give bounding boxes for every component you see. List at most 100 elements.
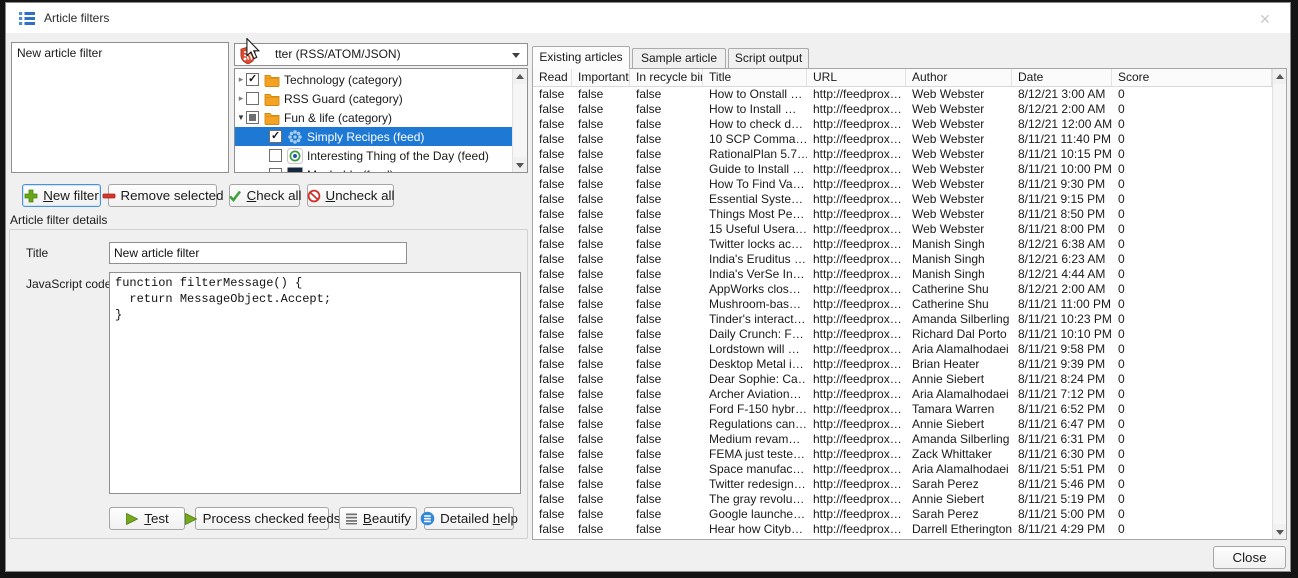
- table-row[interactable]: falsefalsefalseIndia's Eruditus …http://…: [533, 252, 1272, 267]
- column-header-read[interactable]: Read: [533, 69, 572, 86]
- table-row[interactable]: falsefalsefalseTinder's interact…http://…: [533, 312, 1272, 327]
- table-row[interactable]: falsefalsefalseLordstown will …http://fe…: [533, 342, 1272, 357]
- tree-item[interactable]: ▸RSS Guard (category): [235, 89, 512, 108]
- tree-item[interactable]: ▼Fun & life (category): [235, 108, 512, 127]
- table-row[interactable]: falsefalsefalseGoogle launche…http://fee…: [533, 507, 1272, 522]
- tree-item[interactable]: ✓Simply Recipes (feed): [235, 127, 512, 146]
- uncheck-all-button[interactable]: Uncheck all: [307, 184, 394, 207]
- table-row[interactable]: falsefalsefalseThe gray revolu…http://fe…: [533, 492, 1272, 507]
- column-header-score[interactable]: Score: [1112, 69, 1272, 86]
- checkbox[interactable]: [269, 168, 282, 173]
- table-row[interactable]: falsefalsefalse10 SCP Comma…http://feedp…: [533, 132, 1272, 147]
- play-icon: [125, 512, 139, 526]
- tab-existing-articles[interactable]: Existing articles: [532, 46, 630, 69]
- table-row[interactable]: falsefalsefalseDaily Crunch: F…http://fe…: [533, 327, 1272, 342]
- filters-list[interactable]: New article filter: [11, 42, 229, 173]
- checkbox[interactable]: [246, 92, 259, 105]
- table-row[interactable]: falsefalsefalseIndia's VerSe In…http://f…: [533, 267, 1272, 282]
- table-row[interactable]: falsefalsefalseTwitter redesign…http://f…: [533, 477, 1272, 492]
- table-cell: 8/11/21 8:50 PM: [1012, 207, 1112, 222]
- table-cell: false: [533, 417, 572, 432]
- table-row[interactable]: falsefalsefalseFord F-150 hybr…http://fe…: [533, 402, 1272, 417]
- title-input[interactable]: [109, 242, 407, 264]
- table-cell: false: [630, 282, 703, 297]
- close-icon[interactable]: ✕: [1256, 10, 1274, 28]
- table-row[interactable]: falsefalsefalseTwitter locks ac…http://f…: [533, 237, 1272, 252]
- column-header-important[interactable]: Important: [572, 69, 630, 86]
- table-row[interactable]: falsefalsefalseEssential Syste…http://fe…: [533, 192, 1272, 207]
- table-cell: false: [533, 492, 572, 507]
- check-icon: [228, 189, 242, 203]
- tab-sample-article[interactable]: Sample article: [632, 48, 726, 68]
- list-item[interactable]: New article filter: [12, 45, 228, 62]
- table-row[interactable]: falsefalsefalseMushroom-bas…http://feedp…: [533, 297, 1272, 312]
- table-row[interactable]: falsefalsefalseMedium revam…http://feedp…: [533, 432, 1272, 447]
- column-header-url[interactable]: URL: [807, 69, 906, 86]
- table-row[interactable]: falsefalsefalseHear how Cityb…http://fee…: [533, 522, 1272, 537]
- tree-item[interactable]: ▸✓Technology (category): [235, 70, 512, 89]
- table-cell: false: [572, 312, 630, 327]
- expander-icon[interactable]: ▸: [236, 93, 246, 104]
- table-row[interactable]: falsefalsefalseThings Most Pe…http://fee…: [533, 207, 1272, 222]
- tree-item-label: Mashable (feed): [307, 168, 394, 174]
- table-cell: 0: [1112, 252, 1272, 267]
- table-cell: 8/11/21 9:30 PM: [1012, 177, 1112, 192]
- test-button[interactable]: Test: [109, 507, 185, 530]
- table-row[interactable]: falsefalsefalseArcher Aviation…http://fe…: [533, 387, 1272, 402]
- table-row[interactable]: falsefalsefalseHow To Find Va…http://fee…: [533, 177, 1272, 192]
- column-header-date[interactable]: Date: [1012, 69, 1112, 86]
- tree-item[interactable]: Interesting Thing of the Day (feed): [235, 146, 512, 165]
- table-row[interactable]: falsefalsefalseDesktop Metal i…http://fe…: [533, 357, 1272, 372]
- tab-script-output[interactable]: Script output: [728, 48, 809, 68]
- table-row[interactable]: falsefalsefalseGuide to Install …http://…: [533, 162, 1272, 177]
- table-cell: false: [630, 117, 703, 132]
- scroll-up-icon[interactable]: [1273, 69, 1286, 84]
- table-cell: false: [572, 417, 630, 432]
- table-row[interactable]: falsefalsefalseHow to Onstall …http://fe…: [533, 87, 1272, 102]
- process-checked-feeds-button[interactable]: Process checked feeds: [195, 507, 329, 530]
- table-cell: Twitter locks ac…: [703, 237, 807, 252]
- close-button[interactable]: Close: [1213, 546, 1286, 569]
- column-header-author[interactable]: Author: [906, 69, 1012, 86]
- table-row[interactable]: falsefalsefalseAppWorks clos…http://feed…: [533, 282, 1272, 297]
- javascript-code-editor[interactable]: function filterMessage() { return Messag…: [109, 272, 521, 494]
- remove-selected-button[interactable]: Remove selected: [108, 184, 217, 207]
- table-row[interactable]: falsefalsefalseRationalPlan 5.7…http://f…: [533, 147, 1272, 162]
- column-header-in-recycle-bin[interactable]: In recycle bin: [630, 69, 703, 86]
- table-row[interactable]: falsefalsefalseSpace manufac…http://feed…: [533, 462, 1272, 477]
- table-row[interactable]: falsefalsefalseFEMA just teste…http://fe…: [533, 447, 1272, 462]
- tree-scrollbar[interactable]: [512, 69, 527, 172]
- detailed-help-button[interactable]: Detailed help: [424, 507, 514, 530]
- table-cell: 0: [1112, 222, 1272, 237]
- table-row[interactable]: falsefalsefalse15 Useful Usera…http://fe…: [533, 222, 1272, 237]
- scroll-down-icon[interactable]: [1273, 524, 1286, 539]
- table-scrollbar[interactable]: [1272, 69, 1286, 539]
- table-row[interactable]: falsefalsefalseHow to Install …http://fe…: [533, 102, 1272, 117]
- checkbox[interactable]: [269, 149, 282, 162]
- checkbox[interactable]: ✓: [269, 130, 282, 143]
- lines-icon: [345, 512, 358, 525]
- expander-icon[interactable]: ▼: [236, 113, 246, 122]
- table-row[interactable]: falsefalsefalseDear Sophie: Ca…http://fe…: [533, 372, 1272, 387]
- scroll-down-icon[interactable]: [513, 157, 527, 172]
- scroll-up-icon[interactable]: [513, 69, 527, 84]
- account-dropdown[interactable]: tter (RSS/ATOM/JSON): [234, 43, 528, 66]
- expander-icon[interactable]: ▸: [236, 74, 246, 85]
- table-cell: 8/11/21 4:29 PM: [1012, 522, 1112, 537]
- check-all-button[interactable]: Check all: [229, 184, 300, 207]
- filter-list-icon: [18, 10, 36, 29]
- column-header-title[interactable]: Title: [703, 69, 807, 86]
- checkbox[interactable]: ✓: [246, 73, 259, 86]
- tree-item[interactable]: mMashable (feed): [235, 165, 512, 173]
- table-cell: 0: [1112, 402, 1272, 417]
- table-header: ReadImportantIn recycle binTitleURLAutho…: [533, 69, 1272, 87]
- table-row[interactable]: falsefalsefalseHow to check d…http://fee…: [533, 117, 1272, 132]
- table-cell: Manish Singh: [906, 267, 1012, 282]
- new-filter-button[interactable]: New filter: [22, 184, 101, 207]
- folder-icon: [264, 111, 280, 125]
- beautify-button[interactable]: Beautify: [339, 507, 417, 530]
- table-cell: Brian Heater: [906, 357, 1012, 372]
- checkbox[interactable]: [246, 111, 259, 124]
- table-row[interactable]: falsefalsefalseRegulations can…http://fe…: [533, 417, 1272, 432]
- table-cell: The gray revolu…: [703, 492, 807, 507]
